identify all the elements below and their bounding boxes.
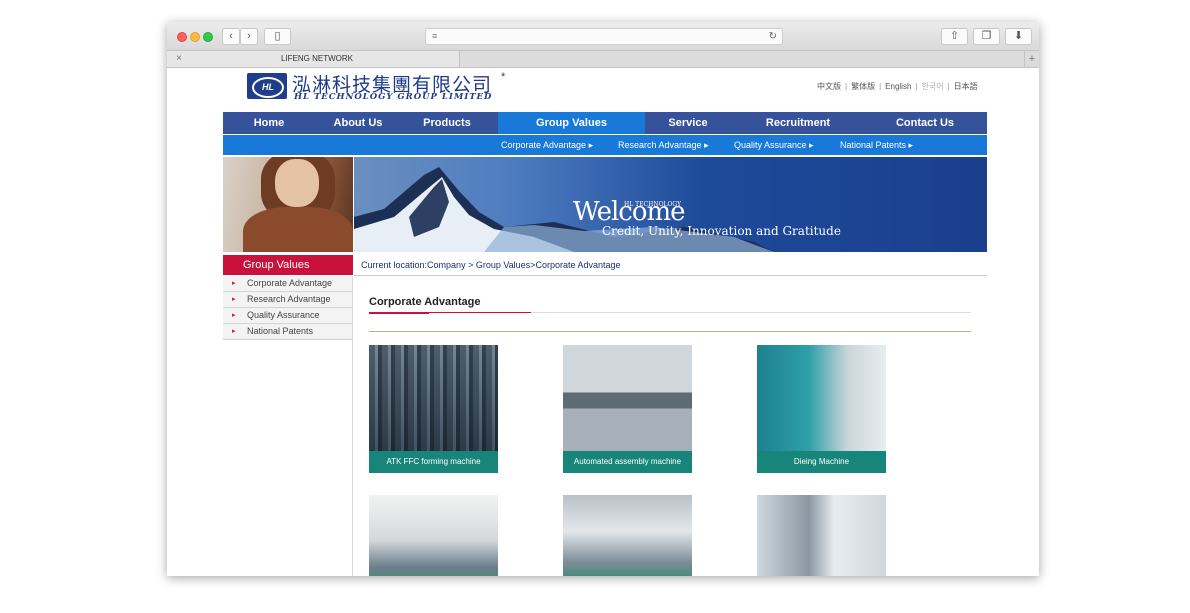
lang-simplified-chinese[interactable]: 中文版 bbox=[817, 82, 841, 91]
subnav-corporate-advantage[interactable]: Corporate Advantage ▸ bbox=[501, 135, 593, 155]
reload-icon[interactable]: ↻ bbox=[769, 29, 777, 44]
divider: | bbox=[845, 82, 848, 91]
tab-close-icon[interactable]: × bbox=[176, 51, 182, 67]
sidebar-item-national-patents[interactable]: ▸ National Patents bbox=[223, 324, 353, 340]
factory-image bbox=[369, 495, 498, 576]
browser-tab[interactable]: × LIFENG NETWORK bbox=[167, 51, 460, 67]
arrow-right-icon: ▸ bbox=[232, 296, 236, 303]
arrow-right-icon: ▸ bbox=[232, 312, 236, 319]
breadcrumb-path[interactable]: Company > Group Values>Corporate Advanta… bbox=[427, 260, 620, 270]
nav-service[interactable]: Service bbox=[645, 112, 731, 134]
logo-english-name: HL TECHNOLOGY GROUP LIMITED bbox=[294, 92, 493, 102]
factory-photo[interactable] bbox=[369, 495, 498, 576]
sidebar-item-label: Corporate Advantage bbox=[247, 278, 333, 288]
nav-contact-us[interactable]: Contact Us bbox=[865, 112, 985, 134]
divider: | bbox=[915, 82, 918, 91]
breadcrumb-label: Current location: bbox=[361, 260, 428, 270]
sidebar-item-label: Research Advantage bbox=[247, 294, 331, 304]
content-divider bbox=[369, 331, 971, 332]
customer-service-photo bbox=[223, 157, 353, 252]
title-underline bbox=[369, 312, 429, 314]
lang-japanese[interactable]: 日本語 bbox=[954, 82, 978, 91]
address-bar[interactable]: ≡ ↻ bbox=[425, 28, 783, 45]
breadcrumb: Current location:Company > Group Values>… bbox=[361, 260, 621, 270]
sidebar-item-quality-assurance[interactable]: ▸ Quality Assurance bbox=[223, 308, 353, 324]
photo-face bbox=[275, 159, 319, 207]
nav-products[interactable]: Products bbox=[401, 112, 493, 134]
web-page: HL 泓淋科技集團有限公司 * HL TECHNOLOGY GROUP LIMI… bbox=[167, 68, 1039, 576]
logo-registered-mark: * bbox=[501, 71, 506, 83]
minimize-window-button[interactable] bbox=[190, 32, 200, 42]
subnav-research-advantage[interactable]: Research Advantage ▸ bbox=[618, 135, 709, 155]
sub-nav: Corporate Advantage ▸ Research Advantage… bbox=[223, 135, 987, 155]
machine-caption: Automated assembly machine bbox=[563, 451, 692, 473]
machine-photo bbox=[369, 345, 498, 451]
title-underline-gray bbox=[531, 312, 971, 313]
subnav-label: Corporate Advantage bbox=[501, 140, 587, 150]
factory-image bbox=[563, 495, 692, 576]
sidebar-menu: ▸ Corporate Advantage ▸ Research Advantage… bbox=[223, 276, 353, 340]
machine-card[interactable]: Automated assembly machine bbox=[563, 345, 692, 473]
nav-recruitment[interactable]: Recruitment bbox=[731, 112, 865, 134]
sidebar-item-research-advantage[interactable]: ▸ Research Advantage bbox=[223, 292, 353, 308]
subnav-quality-assurance[interactable]: Quality Assurance ▸ bbox=[734, 135, 814, 155]
reader-icon[interactable]: ≡ bbox=[432, 29, 437, 44]
title-underline-thin bbox=[429, 312, 531, 313]
divider: | bbox=[879, 82, 882, 91]
machine-photo bbox=[563, 345, 692, 451]
tabs-overview-icon[interactable]: ❐ bbox=[973, 28, 1000, 45]
new-tab-button[interactable]: + bbox=[1024, 51, 1039, 67]
close-window-button[interactable] bbox=[177, 32, 187, 42]
share-icon[interactable]: ⇧ bbox=[941, 28, 968, 45]
language-switcher: 中文版 | 繁体版 | English | 한국어 | 日本語 bbox=[817, 81, 978, 92]
zoom-window-button[interactable] bbox=[203, 32, 213, 42]
welcome-banner: Welcome HL TECHNOLOGY Credit, Unity, Inn… bbox=[354, 157, 987, 252]
banner-tagline: Credit, Unity, Innovation and Gratitude bbox=[602, 224, 841, 238]
subnav-national-patents[interactable]: National Patents ▸ bbox=[840, 135, 913, 155]
back-icon[interactable]: ‹ bbox=[222, 28, 240, 45]
page-title: Corporate Advantage bbox=[369, 296, 481, 308]
tab-title: LIFENG NETWORK bbox=[281, 54, 354, 63]
arrow-right-icon: ▸ bbox=[232, 280, 236, 287]
machine-caption: ATK FFC forming machine bbox=[369, 451, 498, 473]
machine-caption: Dieing Machine bbox=[757, 451, 886, 473]
lang-korean[interactable]: 한국어 bbox=[921, 82, 943, 91]
logo-mark: HL bbox=[252, 77, 284, 98]
nav-about-us[interactable]: About Us bbox=[315, 112, 401, 134]
arrow-right-icon: ▸ bbox=[232, 328, 236, 335]
download-icon[interactable]: ⬇ bbox=[1005, 28, 1032, 45]
nav-group-values[interactable]: Group Values bbox=[498, 112, 645, 134]
machine-card[interactable]: ATK FFC forming machine bbox=[369, 345, 498, 473]
company-logo[interactable]: HL bbox=[247, 73, 287, 99]
tab-bar: × LIFENG NETWORK + bbox=[167, 51, 1039, 68]
sidebar-toggle-icon[interactable]: ▯ bbox=[264, 28, 291, 45]
machine-card[interactable]: Dieing Machine bbox=[757, 345, 886, 473]
factory-photo[interactable] bbox=[757, 495, 886, 576]
nav-home[interactable]: Home bbox=[223, 112, 315, 134]
browser-window: ‹ › ▯ ≡ ↻ ⇧ ❐ ⬇ × LIFENG NETWORK + HL 泓淋… bbox=[167, 22, 1039, 576]
lang-english[interactable]: English bbox=[885, 82, 911, 91]
subnav-label: Quality Assurance bbox=[734, 140, 807, 150]
sidebar-item-label: National Patents bbox=[247, 326, 314, 336]
subnav-label: National Patents bbox=[840, 140, 907, 150]
factory-image bbox=[757, 495, 886, 576]
forward-icon[interactable]: › bbox=[240, 28, 258, 45]
photo-body bbox=[243, 207, 353, 252]
subnav-label: Research Advantage bbox=[618, 140, 702, 150]
sidebar-item-corporate-advantage[interactable]: ▸ Corporate Advantage bbox=[223, 276, 353, 292]
sidebar-item-label: Quality Assurance bbox=[247, 310, 320, 320]
lang-traditional-chinese[interactable]: 繁体版 bbox=[851, 82, 875, 91]
sidebar-divider bbox=[352, 276, 353, 576]
machine-photo bbox=[757, 345, 886, 451]
main-nav: Home About Us Products Group Values Serv… bbox=[223, 112, 987, 134]
breadcrumb-divider bbox=[354, 275, 987, 276]
divider: | bbox=[947, 82, 950, 91]
factory-photo[interactable] bbox=[563, 495, 692, 576]
banner-hl-technology: HL TECHNOLOGY bbox=[624, 201, 682, 208]
sidebar-heading: Group Values bbox=[223, 255, 353, 275]
browser-titlebar: ‹ › ▯ ≡ ↻ ⇧ ❐ ⬇ bbox=[167, 22, 1039, 51]
